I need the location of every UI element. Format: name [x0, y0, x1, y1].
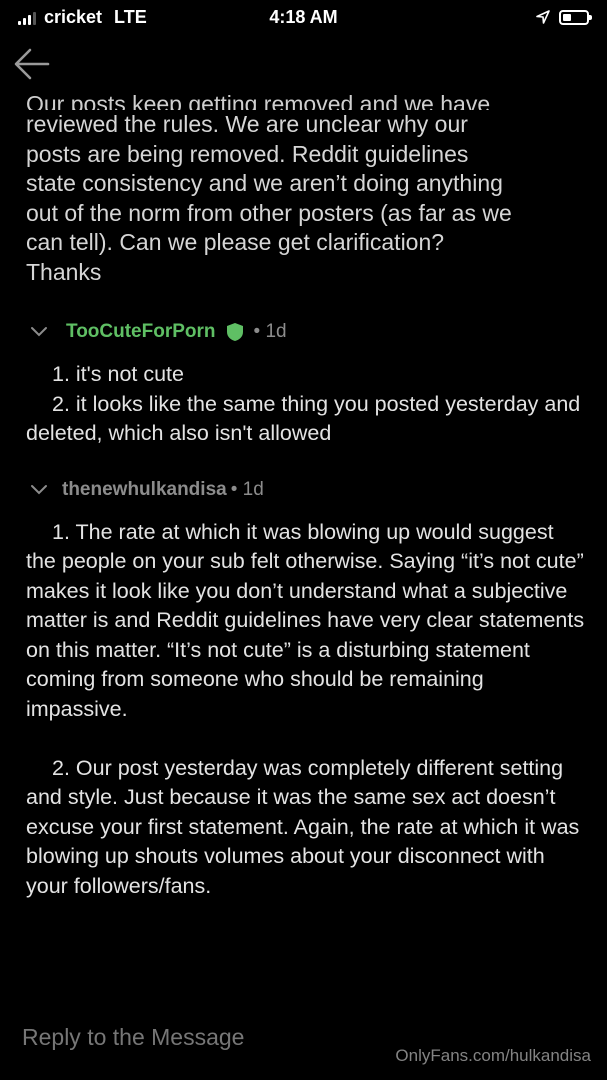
comment-header: TooCuteForPorn • 1d	[30, 321, 587, 343]
carrier-name: cricket	[44, 6, 103, 27]
comment-paragraph: 1. it's not cute	[52, 362, 184, 386]
chevron-down-icon[interactable]	[30, 484, 48, 496]
comment-paragraph: 2. Our post yesterday was completely dif…	[26, 755, 580, 898]
clipped-message-line: Our posts keep getting removed and we ha…	[26, 91, 491, 110]
network-type: LTE	[114, 6, 147, 27]
location-arrow-icon	[536, 10, 550, 24]
watermark-text: OnlyFans.com/hulkandisa	[395, 1046, 591, 1065]
message-thread: Our posts keep getting removed and we ha…	[26, 88, 587, 901]
original-message: reviewed the rules. We are unclear why o…	[26, 110, 587, 287]
reply-username[interactable]: thenewhulkandisa	[62, 479, 227, 501]
chevron-down-icon[interactable]	[30, 326, 48, 338]
status-bar: cricket LTE 4:18 AM	[0, 0, 607, 34]
moderator-username[interactable]: TooCuteForPorn	[66, 321, 216, 343]
message-body: reviewed the rules. We are unclear why o…	[26, 111, 512, 285]
comment-age: • 1d	[253, 321, 287, 342]
comment-paragraph: 1. The rate at which it was blowing up w…	[26, 519, 585, 721]
arrow-left-icon[interactable]	[12, 44, 52, 84]
comment-body: 1. it's not cute 2. it looks like the sa…	[26, 360, 587, 449]
battery-icon	[559, 9, 592, 25]
reply-input[interactable]: Reply to the Message	[22, 1024, 244, 1051]
comment-header: thenewhulkandisa • 1d	[30, 479, 587, 501]
comment-paragraph: 2. it looks like the same thing you post…	[26, 391, 581, 446]
comment-age: • 1d	[230, 478, 264, 500]
comment-body: 1. The rate at which it was blowing up w…	[26, 518, 587, 902]
signal-strength-icon	[18, 9, 36, 25]
shield-icon	[226, 323, 243, 341]
